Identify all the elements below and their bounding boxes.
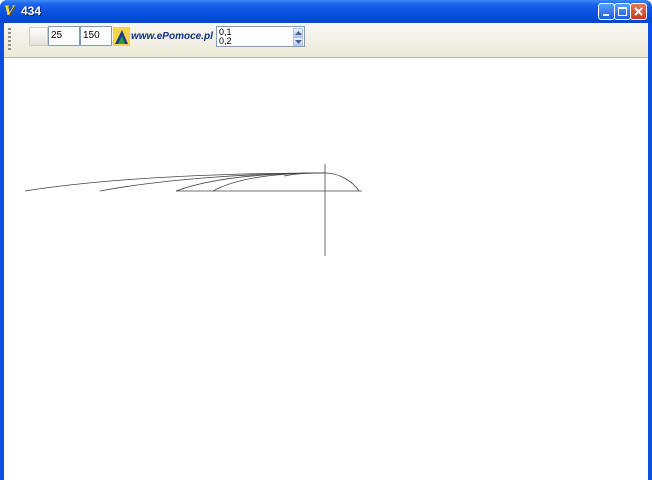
param-b-input[interactable]: 150 (80, 26, 112, 46)
param-a-input[interactable]: 25 (48, 26, 80, 46)
arrow-down-icon (295, 40, 302, 44)
title-bar[interactable]: V 434 (0, 0, 652, 23)
minimize-button[interactable] (598, 3, 615, 20)
arrow-up-icon (295, 31, 302, 35)
trajectory-curve (99, 172, 326, 192)
close-icon (634, 7, 643, 16)
trajectory-curve (324, 172, 360, 192)
scroll-up-button[interactable] (293, 28, 303, 37)
drawing-canvas[interactable] (4, 59, 648, 480)
client-area: 25 150 www.ePomoce.pl 0,1 0,2 (4, 23, 648, 480)
scroll-down-button[interactable] (293, 37, 303, 46)
app-window: V 434 25 150 www.ePomoce.pl 0,1 0,2 (0, 0, 652, 480)
minimize-icon (603, 14, 609, 16)
toolbar: 25 150 www.ePomoce.pl 0,1 0,2 (4, 23, 648, 58)
window-title: 434 (21, 4, 42, 18)
value-listbox[interactable]: 0,1 0,2 (216, 26, 305, 47)
list-item[interactable]: 0,2 (219, 37, 232, 46)
app-logo-icon[interactable]: V (4, 4, 19, 19)
maximize-button[interactable] (614, 3, 631, 20)
close-button[interactable] (630, 3, 647, 20)
toolbar-button[interactable] (29, 27, 48, 46)
trajectory-curve (212, 172, 326, 192)
trajectory-curve (24, 172, 326, 192)
maximize-icon (618, 7, 627, 16)
epomoce-logo[interactable]: www.ePomoce.pl (113, 26, 215, 47)
trajectory-drawing (24, 164, 362, 256)
logo-text: www.ePomoce.pl (131, 31, 213, 42)
toolbar-grip[interactable] (8, 28, 11, 52)
epomoce-logo-icon (113, 27, 130, 46)
